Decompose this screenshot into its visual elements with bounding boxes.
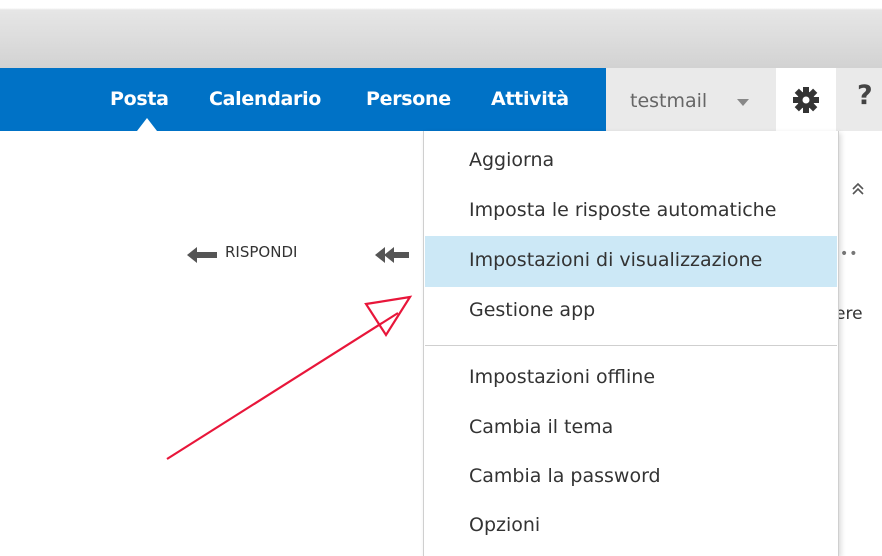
reply-arrow-icon[interactable] <box>187 245 219 265</box>
nav-posta[interactable]: Posta <box>110 88 169 110</box>
menu-item-impostazioni-visualizzazione[interactable]: Impostazioni di visualizzazione <box>425 236 837 287</box>
menu-item-opzioni[interactable]: Opzioni <box>425 501 837 552</box>
help-icon[interactable]: ? <box>857 80 873 111</box>
menu-item-label: Impostazioni di visualizzazione <box>469 249 763 271</box>
menu-item-aggiorna[interactable]: Aggiorna <box>425 136 837 187</box>
menu-item-label: Opzioni <box>469 514 541 536</box>
menu-item-gestione-app[interactable]: Gestione app <box>425 286 837 337</box>
nav-calendario[interactable]: Calendario <box>209 88 321 110</box>
menu-item-risposte-automatiche[interactable]: Imposta le risposte automatiche <box>425 186 837 237</box>
more-options-icon[interactable]: •• <box>840 246 859 262</box>
collapse-up-icon[interactable] <box>850 180 866 198</box>
reply-all-icon[interactable] <box>375 245 411 265</box>
menu-item-label: Cambia la password <box>469 465 661 487</box>
menu-item-cambia-password[interactable]: Cambia la password <box>425 452 837 503</box>
settings-button[interactable] <box>776 68 836 131</box>
active-tab-indicator <box>137 118 157 131</box>
gear-icon[interactable] <box>791 85 821 115</box>
partial-label: ere <box>835 304 863 324</box>
user-name[interactable]: testmail <box>630 90 707 112</box>
browser-top-strip <box>0 0 882 68</box>
menu-item-label: Aggiorna <box>469 149 555 171</box>
menu-item-label: Gestione app <box>469 299 596 321</box>
settings-dropdown-menu: Aggiorna Imposta le risposte automatiche… <box>423 131 839 556</box>
menu-item-cambia-tema[interactable]: Cambia il tema <box>425 403 837 454</box>
nav-persone[interactable]: Persone <box>366 88 451 110</box>
menu-item-label: Impostazioni offline <box>469 366 656 388</box>
menu-divider <box>425 345 837 346</box>
menu-item-impostazioni-offline[interactable]: Impostazioni offline <box>425 353 837 404</box>
dropdown-caret-icon[interactable] <box>737 99 749 106</box>
nav-attivita[interactable]: Attività <box>491 88 569 110</box>
menu-item-label: Cambia il tema <box>469 416 614 438</box>
menu-item-label: Imposta le risposte automatiche <box>469 199 777 221</box>
reply-button[interactable]: RISPONDI <box>225 243 297 261</box>
